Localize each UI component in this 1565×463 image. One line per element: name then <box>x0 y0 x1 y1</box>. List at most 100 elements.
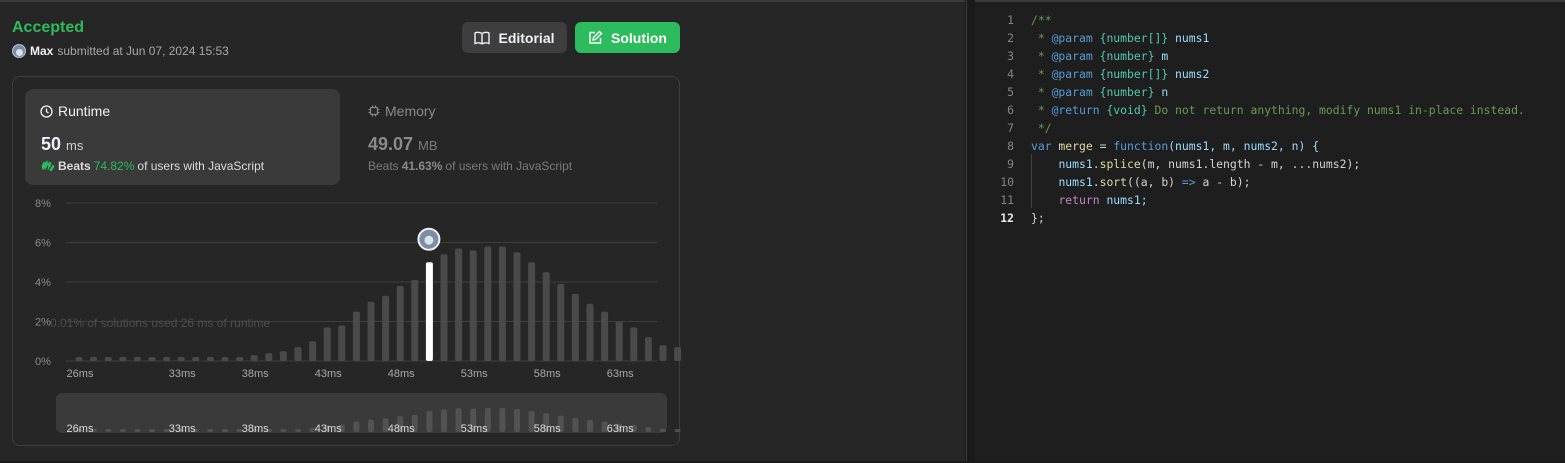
bar[interactable] <box>192 357 200 361</box>
bar[interactable] <box>455 248 463 361</box>
code-token: = <box>1092 139 1114 153</box>
bar[interactable] <box>382 295 390 361</box>
bar[interactable] <box>236 357 244 361</box>
x-tick-label: 48ms <box>388 368 415 380</box>
code-text: * @param {number[]} nums2 <box>1031 65 1209 83</box>
panel-splitter[interactable] <box>965 0 975 461</box>
y-tick-label: 6% <box>35 238 51 250</box>
bar-highlighted[interactable] <box>425 262 433 361</box>
code-token: function <box>1113 139 1169 153</box>
bar[interactable] <box>294 347 302 361</box>
bar[interactable] <box>674 347 682 361</box>
hover-tooltip-text: 0.01% of solutions used 26 ms of runtime <box>50 316 270 330</box>
x-tick-label: 58ms <box>534 368 561 380</box>
bar[interactable] <box>148 357 156 361</box>
bar[interactable] <box>601 311 609 361</box>
bar[interactable] <box>615 321 623 362</box>
code-editor[interactable]: 1 /** 2 * @param {number[]} nums1 3 * @pa… <box>975 0 1565 461</box>
bar[interactable] <box>396 285 404 361</box>
bar[interactable] <box>90 357 98 361</box>
overview-bar <box>207 429 214 432</box>
bar[interactable] <box>323 327 331 361</box>
bar[interactable] <box>352 311 360 361</box>
overview-tick-label: 38ms <box>242 423 269 435</box>
overview-bar <box>222 429 228 432</box>
bar[interactable] <box>484 246 492 361</box>
bar[interactable] <box>221 357 229 361</box>
bar[interactable] <box>265 353 273 361</box>
code-token: (m, nums1.length - m, ...nums2); <box>1140 157 1361 171</box>
overview-tick-label: 33ms <box>169 423 196 435</box>
bar[interactable] <box>571 293 579 361</box>
code-text: nums1.sort((a, b) => a - b); <box>1031 173 1251 191</box>
overview-bar <box>426 411 433 432</box>
code-text: }; <box>1031 209 1045 227</box>
bar[interactable] <box>133 357 141 361</box>
bar[interactable] <box>338 325 346 361</box>
code-token: . <box>1092 157 1100 171</box>
code-text: */ <box>1031 119 1052 137</box>
line-number: 10 <box>1000 175 1014 189</box>
bar[interactable] <box>177 357 185 361</box>
y-tick-label: 4% <box>35 277 51 289</box>
bar[interactable] <box>498 246 506 361</box>
code-token: {number} <box>1092 85 1155 99</box>
bar[interactable] <box>542 272 550 361</box>
code-token: @param <box>1051 31 1093 45</box>
code-token: nums1; <box>1099 193 1148 207</box>
overview-tick-label: 48ms <box>388 423 415 435</box>
code-token: @param <box>1051 85 1093 99</box>
bar[interactable] <box>644 337 652 361</box>
overview-bar <box>134 429 141 432</box>
overview-tick-label: 63ms <box>607 423 634 435</box>
bar[interactable] <box>659 345 667 361</box>
bar[interactable] <box>440 254 448 361</box>
bar[interactable] <box>367 301 375 361</box>
code-token: */ <box>1031 121 1052 135</box>
overview-bar <box>674 429 681 432</box>
bar[interactable] <box>279 351 287 361</box>
code-token: {number} <box>1092 49 1155 63</box>
bar[interactable] <box>630 327 638 361</box>
y-tick-label: 8% <box>35 198 51 210</box>
result-panel: Accepted Max submitted at Jun 07, 2024 1… <box>0 0 965 461</box>
code-token: {void} <box>1099 103 1148 117</box>
bar[interactable] <box>250 355 258 361</box>
x-tick-label: 38ms <box>242 368 269 380</box>
bar[interactable] <box>104 357 112 361</box>
line-number: 6 <box>1007 103 1014 117</box>
bar[interactable] <box>469 250 477 361</box>
code-token: sort <box>1099 175 1128 189</box>
bar[interactable] <box>528 262 536 361</box>
code-token: @return <box>1051 103 1100 117</box>
bar[interactable] <box>586 303 594 361</box>
bar[interactable] <box>206 357 214 361</box>
bar[interactable] <box>513 252 521 361</box>
code-token: * <box>1031 49 1052 63</box>
code-token: a - b); <box>1195 175 1251 189</box>
line-number: 2 <box>1007 31 1014 45</box>
overview-bar <box>499 407 506 432</box>
overview-bar <box>441 409 447 432</box>
overview-bar <box>295 429 301 432</box>
bar[interactable] <box>411 280 419 361</box>
code-text: /** <box>1031 11 1052 29</box>
code-token: * <box>1031 67 1052 81</box>
code-token: * <box>1031 85 1052 99</box>
code-token: Do not return anything, modify nums1 in-… <box>1147 103 1525 117</box>
bar[interactable] <box>557 283 565 361</box>
y-tick-label: 0% <box>35 356 51 368</box>
overview-tick-label: 26ms <box>67 423 94 435</box>
bar[interactable] <box>309 341 317 361</box>
overview-bar <box>645 427 652 432</box>
code-token: . <box>1092 175 1100 189</box>
runtime-distribution-chart[interactable]: 8% 6% 4% 2% 0% 0.01% of solutions used 26 ms … <box>0 2 965 463</box>
code-text: nums1.splice(m, nums1.length - m, ...num… <box>1031 155 1360 173</box>
bar[interactable] <box>163 357 171 361</box>
code-token: {number[]} <box>1092 67 1169 81</box>
bar[interactable] <box>75 357 83 361</box>
bar[interactable] <box>119 357 127 361</box>
